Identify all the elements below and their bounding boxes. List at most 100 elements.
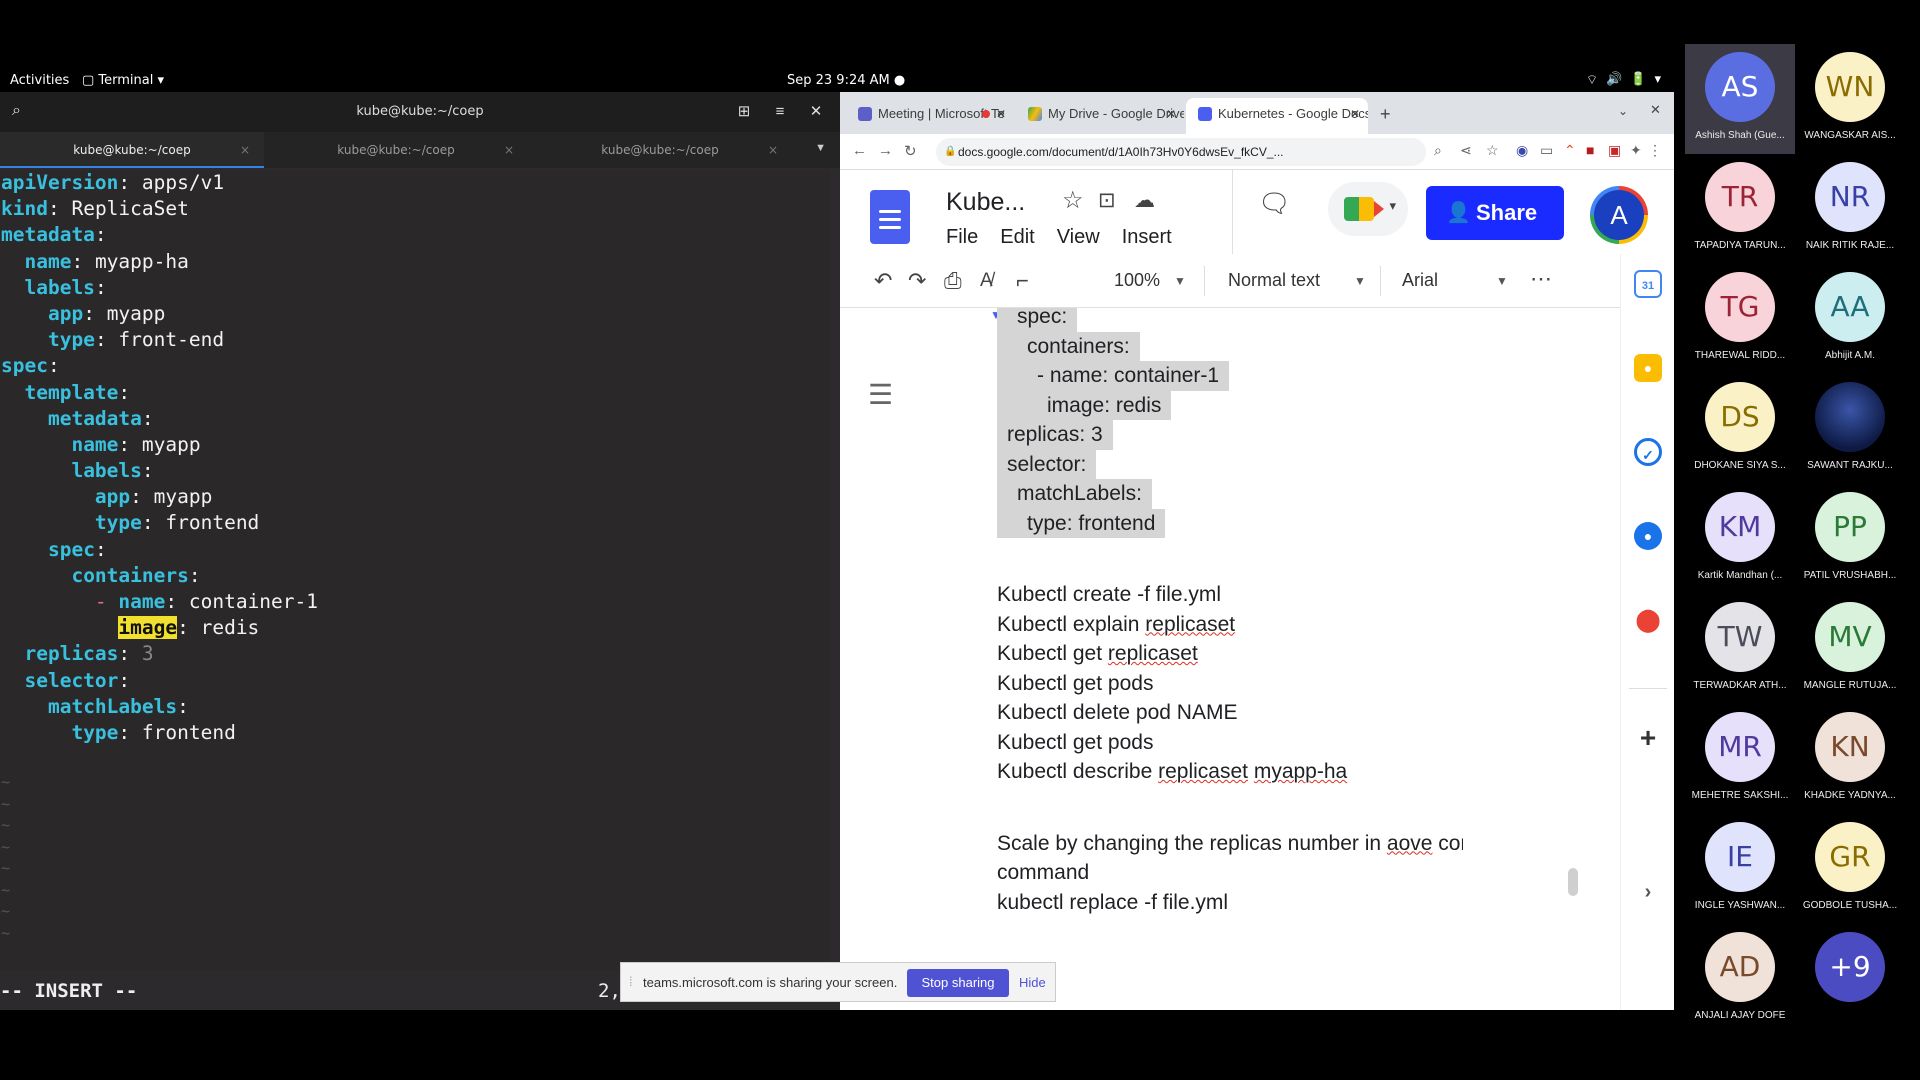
clock[interactable]: Sep 23 9:24 AM ● (787, 73, 905, 88)
code-line[interactable]: containers: (1, 563, 830, 589)
participant-tile[interactable]: NR NAIK RITIK RAJE... (1795, 154, 1905, 264)
participant-tile[interactable]: SAWANT RAJKU... (1795, 374, 1905, 484)
zoom-select[interactable]: 100% (1114, 270, 1160, 291)
font-select[interactable]: Arial (1402, 270, 1438, 291)
participant-tile[interactable]: MV MANGLE RUTUJA... (1795, 594, 1905, 704)
doc-line-selected[interactable]: - name: container-1 (997, 361, 1463, 391)
forward-icon[interactable]: → (878, 142, 893, 159)
stop-sharing-button[interactable]: Stop sharing (907, 969, 1009, 997)
doc-command-line[interactable]: Kubectl explain replicaset (997, 610, 1463, 640)
bookmark-star-icon[interactable]: ☆ (1486, 142, 1499, 159)
terminal-tab-1[interactable]: kube@kube:~/coep × (0, 132, 264, 168)
kebab-menu-icon[interactable]: ⋮ (1648, 142, 1662, 159)
print-icon[interactable]: ⎙ (944, 268, 962, 294)
paragraph-style-select[interactable]: Normal text (1228, 270, 1320, 291)
doc-command-line[interactable]: Kubectl get replicaset (997, 639, 1463, 669)
doc-paragraph[interactable]: Scale by changing the replicas number in… (997, 829, 1463, 859)
participant-tile[interactable]: DS DHOKANE SIYA S... (1685, 374, 1795, 484)
doc-command-line[interactable]: Kubectl get pods (997, 669, 1463, 699)
code-line[interactable]: type: frontend (1, 510, 830, 536)
power-menu-icon[interactable]: ▾ (1654, 72, 1661, 88)
code-line[interactable]: spec: (1, 537, 830, 563)
participant-tile[interactable]: GR GODBOLE TUSHA... (1795, 814, 1905, 924)
terminal-tab-2[interactable]: kube@kube:~/coep × (264, 132, 528, 168)
share-page-icon[interactable]: ⋖ (1460, 142, 1472, 159)
doc-line-selected[interactable]: matchLabels: (997, 479, 1463, 509)
code-line[interactable]: type: front-end (1, 327, 830, 353)
google-docs-logo-icon[interactable] (870, 190, 910, 244)
close-icon[interactable]: × (504, 132, 514, 168)
doc-paragraph[interactable]: kubectl replace -f file.yml (997, 888, 1463, 918)
activities-button[interactable]: Activities (10, 73, 69, 88)
contacts-icon[interactable]: ● (1634, 522, 1662, 550)
doc-line-selected[interactable]: selector: (997, 449, 1463, 479)
doc-command-line[interactable]: Kubectl create -f file.yml (997, 580, 1463, 610)
close-icon[interactable]: × (768, 132, 778, 168)
redo-icon[interactable]: ↷ (908, 268, 926, 294)
browser-tab-teams[interactable]: Meeting | Microsoft Te ✕ (846, 98, 1014, 134)
calendar-icon[interactable]: 31 (1634, 270, 1662, 298)
doc-line-selected[interactable]: spec: (997, 308, 1463, 332)
comments-icon[interactable]: 🗨 (1258, 188, 1291, 219)
terminal-tab-3[interactable]: kube@kube:~/coep × (528, 132, 792, 168)
spellcheck-icon[interactable]: A̸ (980, 270, 993, 292)
move-folder-icon[interactable]: ⊡ (1098, 188, 1116, 213)
doc-command-line[interactable]: Kubectl get pods (997, 728, 1463, 758)
extension-icon[interactable]: ◉ (1516, 142, 1528, 159)
chevron-down-icon[interactable]: ▼ (815, 142, 826, 154)
code-line[interactable]: metadata: (1, 222, 830, 248)
close-icon[interactable]: × (240, 132, 250, 168)
participant-tile[interactable]: WN WANGASKAR AIS... (1795, 44, 1905, 154)
extension-icon[interactable]: ■ (1586, 142, 1594, 158)
doc-line-selected[interactable]: type: frontend (997, 508, 1463, 538)
participant-tile[interactable]: AA Abhijit A.M. (1795, 264, 1905, 374)
code-line[interactable]: kind: ReplicaSet (1, 196, 830, 222)
participant-tile[interactable]: KN KHADKE YADNYA... (1795, 704, 1905, 814)
participant-tile[interactable]: TG THAREWAL RIDD... (1685, 264, 1795, 374)
address-bar[interactable]: 🔒 docs.google.com/document/d/1A0Ih73Hv0Y… (936, 138, 1426, 166)
star-icon[interactable]: ☆ (1062, 186, 1084, 215)
menu-view[interactable]: View (1057, 226, 1100, 249)
menu-file[interactable]: File (946, 226, 978, 249)
code-line[interactable]: name: myapp (1, 432, 830, 458)
browser-tab-drive[interactable]: My Drive - Google Drive ✕ (1016, 98, 1184, 134)
wifi-icon[interactable]: ⌔ (1586, 72, 1598, 88)
tab-search-icon[interactable]: ⌄ (1618, 104, 1628, 118)
account-avatar[interactable]: A (1590, 186, 1648, 244)
code-line[interactable]: labels: (1, 458, 830, 484)
participant-tile[interactable]: PP PATIL VRUSHABH... (1795, 484, 1905, 594)
code-line[interactable]: name: myapp-ha (1, 249, 830, 275)
document-body[interactable]: spec: containers: - name: container-1 image… (997, 308, 1463, 917)
participant-tile[interactable]: KM Kartik Mandhan (... (1685, 484, 1795, 594)
close-icon[interactable]: ✕ (996, 98, 1006, 130)
code-line[interactable]: metadata: (1, 406, 830, 432)
extension-icon[interactable]: ▣ (1608, 142, 1621, 159)
new-tab-button[interactable]: + (1380, 104, 1391, 125)
document-title[interactable]: Kube... (946, 188, 1025, 217)
code-line[interactable]: labels: (1, 275, 830, 301)
close-icon[interactable]: ✕ (802, 98, 830, 126)
participant-tile[interactable]: TW TERWADKAR ATH... (1685, 594, 1795, 704)
more-participants-button[interactable]: +9 (1795, 924, 1905, 1034)
zoom-icon[interactable]: ⌕ (1434, 142, 1442, 159)
battery-icon[interactable]: 🔋 (1630, 72, 1646, 88)
doc-line-selected[interactable]: containers: (997, 331, 1463, 361)
system-tray[interactable]: ⌔ 🔊 🔋 ▾ (1586, 72, 1661, 88)
code-line[interactable]: apiVersion: apps/v1 (1, 170, 830, 196)
share-button[interactable]: 👤 Share (1426, 186, 1564, 240)
participant-tile[interactable]: MR MEHETRE SAKSHI... (1685, 704, 1795, 814)
code-line[interactable]: type: frontend (1, 720, 830, 746)
doc-command-line[interactable]: Kubectl describe replicaset myapp-ha (997, 757, 1463, 787)
doc-command-line[interactable]: Kubectl delete pod NAME (997, 698, 1463, 728)
chevron-right-icon[interactable]: › (1634, 878, 1662, 906)
code-line[interactable]: spec: (1, 353, 830, 379)
reload-icon[interactable]: ↻ (904, 142, 917, 160)
browser-tab-docs[interactable]: Kubernetes - Google Docs ✕ (1186, 98, 1368, 134)
close-icon[interactable]: ✕ (1350, 98, 1360, 130)
participant-tile[interactable]: IE INGLE YASHWAN... (1685, 814, 1795, 924)
extension-icon[interactable]: ▭ (1540, 142, 1553, 159)
app-menu-terminal[interactable]: ▢ Terminal ▾ (82, 73, 164, 88)
extension-icon[interactable]: ⌃ (1564, 142, 1576, 159)
hide-button[interactable]: Hide (1019, 975, 1046, 990)
drag-handle-icon[interactable]: ⁞ (629, 974, 633, 989)
